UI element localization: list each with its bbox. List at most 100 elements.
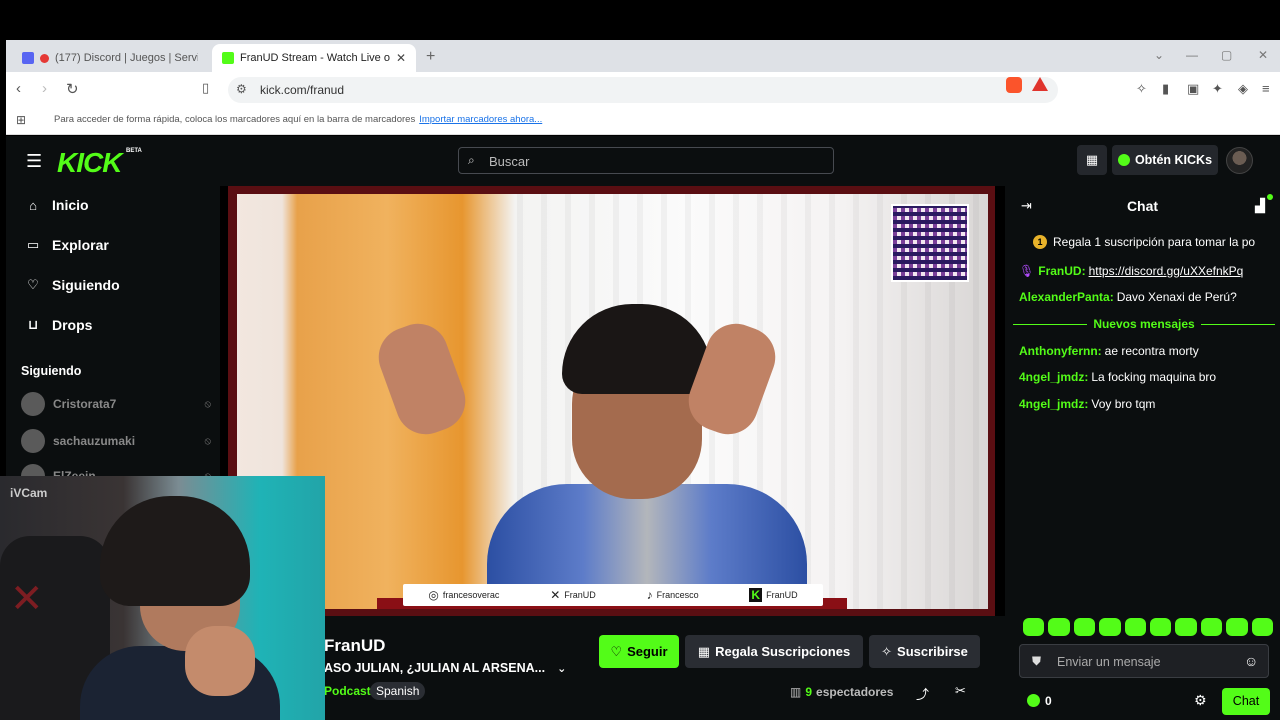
user-avatar[interactable] bbox=[1226, 147, 1253, 174]
send-chat-button[interactable]: Chat bbox=[1222, 688, 1270, 715]
divider-line bbox=[1013, 323, 1088, 325]
subscribe-button[interactable]: ✧ Suscribirse bbox=[869, 635, 980, 668]
home-icon: ⌂ bbox=[29, 197, 37, 213]
close-tab-icon[interactable]: ✕ bbox=[396, 51, 406, 65]
get-kicks-button[interactable]: Obtén KICKs bbox=[1112, 145, 1218, 175]
webcam-label: iVCam bbox=[10, 486, 48, 500]
chat-settings-icon[interactable]: ⚙ bbox=[1194, 692, 1207, 709]
following-channel[interactable]: sachauzumaki ⦸ bbox=[21, 429, 211, 453]
bookmark-icon[interactable]: ▯ bbox=[202, 80, 209, 96]
tab-discord[interactable]: (177) Discord | Juegos | Servidor d bbox=[12, 44, 208, 72]
emote-icon[interactable] bbox=[1251, 618, 1274, 636]
close-window-icon[interactable]: ✕ bbox=[1258, 48, 1268, 62]
emote-icon[interactable] bbox=[1175, 618, 1197, 636]
rewards-icon[interactable] bbox=[1032, 77, 1048, 91]
share-icon[interactable]: ⤴ bbox=[916, 684, 929, 703]
clip-icon[interactable]: ✂ bbox=[955, 683, 966, 699]
search-box[interactable]: ⌕ Buscar bbox=[458, 147, 834, 174]
social-item: K FranUD bbox=[749, 588, 798, 602]
chat-username[interactable]: FranUD: bbox=[1038, 264, 1085, 278]
extensions-icon[interactable]: ✧ bbox=[1136, 81, 1147, 97]
browse-layout-button[interactable]: ▦ bbox=[1077, 145, 1107, 175]
stream-title[interactable]: ASO JULIAN, ¿JULIAN AL ARSENA... ⌄ bbox=[324, 661, 566, 675]
new-tab-icon[interactable]: + bbox=[426, 48, 435, 66]
brave-shield-icon[interactable] bbox=[1006, 77, 1022, 93]
viewers-icon: ▥ bbox=[790, 685, 802, 699]
top-black-bar bbox=[0, 0, 1280, 40]
language-tag[interactable]: Spanish bbox=[370, 682, 426, 700]
chat-username[interactable]: 4ngel_jmdz: bbox=[1019, 397, 1088, 411]
sidebar-item-drops[interactable]: ⊔ Drops bbox=[26, 315, 93, 335]
follow-button[interactable]: ♡ Seguir bbox=[599, 635, 679, 668]
following-channel[interactable]: Cristorata7 ⦸ bbox=[21, 392, 211, 416]
chat-message: AlexanderPanta: Davo Xenaxi de Perú? bbox=[1019, 290, 1277, 304]
broadcaster-badge-icon: 🎙 bbox=[1019, 264, 1035, 278]
import-bookmarks-link[interactable]: Importar marcadores ahora... bbox=[419, 114, 542, 125]
video-player[interactable]: ◎ francesoverac ✕ FranUD ♪ Francesco K FranU… bbox=[228, 186, 995, 616]
back-icon[interactable]: ‹ bbox=[16, 80, 21, 97]
layout-icon: ▦ bbox=[1085, 152, 1099, 167]
emote-icon[interactable] bbox=[1226, 618, 1248, 636]
gift-label: Regala Suscripciones bbox=[715, 644, 851, 659]
tab-search-icon[interactable]: ⌄ bbox=[1154, 48, 1164, 62]
emote-icon[interactable] bbox=[1048, 618, 1070, 636]
kick-logo[interactable]: KICK bbox=[57, 147, 122, 179]
search-icon: ⌕ bbox=[468, 153, 475, 167]
chat-username[interactable]: 4ngel_jmdz: bbox=[1019, 370, 1088, 384]
chat-header: ⇥ Chat ▟ bbox=[1005, 186, 1280, 226]
hamburger-menu-icon[interactable]: ☰ bbox=[26, 151, 42, 172]
gift-subs-button[interactable]: ▦ Regala Suscripciones bbox=[685, 635, 863, 668]
gift-icon: ▦ bbox=[697, 643, 711, 659]
emote-icon[interactable] bbox=[1150, 618, 1172, 636]
vpn-icon[interactable]: ◈ bbox=[1238, 81, 1248, 97]
channel-name: sachauzumaki bbox=[53, 434, 136, 448]
wallet-icon[interactable]: ▣ bbox=[1187, 81, 1199, 97]
emote-icon[interactable] bbox=[1023, 618, 1045, 636]
forward-icon[interactable]: › bbox=[42, 80, 47, 97]
video-stream[interactable]: ◎ francesoverac ✕ FranUD ♪ Francesco K FranU… bbox=[237, 194, 988, 609]
sidebar-item-explorar[interactable]: ▭ Explorar bbox=[26, 235, 109, 255]
leo-icon[interactable]: ✦ bbox=[1212, 81, 1223, 97]
emote-icon[interactable] bbox=[1124, 618, 1147, 636]
chat-text: La focking maquina bro bbox=[1091, 370, 1217, 384]
discord-icon bbox=[22, 52, 34, 64]
tab-title: (177) Discord | Juegos | Servidor d bbox=[55, 52, 198, 64]
emote-icon[interactable] bbox=[1099, 618, 1121, 636]
maximize-icon[interactable]: ▢ bbox=[1221, 48, 1232, 62]
emote-icon[interactable] bbox=[1073, 618, 1096, 636]
minimize-icon[interactable]: — bbox=[1186, 48, 1198, 62]
chat-username[interactable]: AlexanderPanta: bbox=[1019, 290, 1114, 304]
site-settings-icon[interactable]: ⚙ bbox=[236, 82, 247, 96]
menu-icon[interactable]: ≡ bbox=[1262, 81, 1270, 96]
emote-icon[interactable] bbox=[1200, 618, 1223, 636]
chevron-down-icon[interactable]: ⌄ bbox=[557, 663, 566, 675]
sidebar-item-siguiendo[interactable]: ♡ Siguiendo bbox=[26, 275, 120, 295]
instagram-icon: ◎ bbox=[428, 588, 439, 602]
chat-text: ae recontra morty bbox=[1104, 344, 1199, 358]
tiktok-icon: ♪ bbox=[646, 588, 653, 602]
tab-kick[interactable]: FranUD Stream - Watch Live on K ✕ bbox=[212, 44, 416, 72]
pinned-message[interactable]: 1 Regala 1 suscripción para tomar la po bbox=[1015, 231, 1280, 253]
streamer-name[interactable]: FranUD bbox=[324, 636, 385, 656]
apps-icon[interactable]: ⊞ bbox=[16, 113, 26, 127]
bookmarks-bar: ⊞ Para acceder de forma rápida, coloca l… bbox=[6, 106, 1280, 135]
leaderboard-icon[interactable]: ▟ bbox=[1255, 198, 1265, 214]
emoji-picker-icon[interactable]: ☺ bbox=[1244, 653, 1258, 669]
new-messages-label: Nuevos mensajes bbox=[1093, 317, 1195, 331]
chat-username[interactable]: Anthonyfernn: bbox=[1019, 344, 1102, 358]
chat-message-input[interactable]: ⛊ Enviar un mensaje ☺ bbox=[1019, 644, 1269, 678]
figure-hand-left bbox=[370, 315, 474, 443]
address-bar[interactable]: ⚙ kick.com/franud bbox=[228, 77, 1058, 103]
sidebar-item-inicio[interactable]: ⌂ Inicio bbox=[26, 195, 89, 215]
reload-icon[interactable]: ↻ bbox=[66, 80, 79, 98]
chat-text: Voy bro tqm bbox=[1091, 397, 1156, 411]
chair-logo-icon: ✕ bbox=[10, 577, 44, 621]
notification-dot bbox=[1267, 194, 1273, 200]
chat-placeholder: Enviar un mensaje bbox=[1057, 655, 1161, 669]
search-input[interactable]: Buscar bbox=[489, 154, 529, 169]
chat-text[interactable]: https://discord.gg/uXXefnkPq bbox=[1089, 264, 1244, 278]
viewer-number: 9 bbox=[805, 685, 813, 699]
channel-avatar bbox=[21, 429, 45, 453]
chat-message: Anthonyfernn: ae recontra morty bbox=[1019, 344, 1277, 358]
sidebar-icon[interactable]: ▮ bbox=[1162, 81, 1169, 97]
